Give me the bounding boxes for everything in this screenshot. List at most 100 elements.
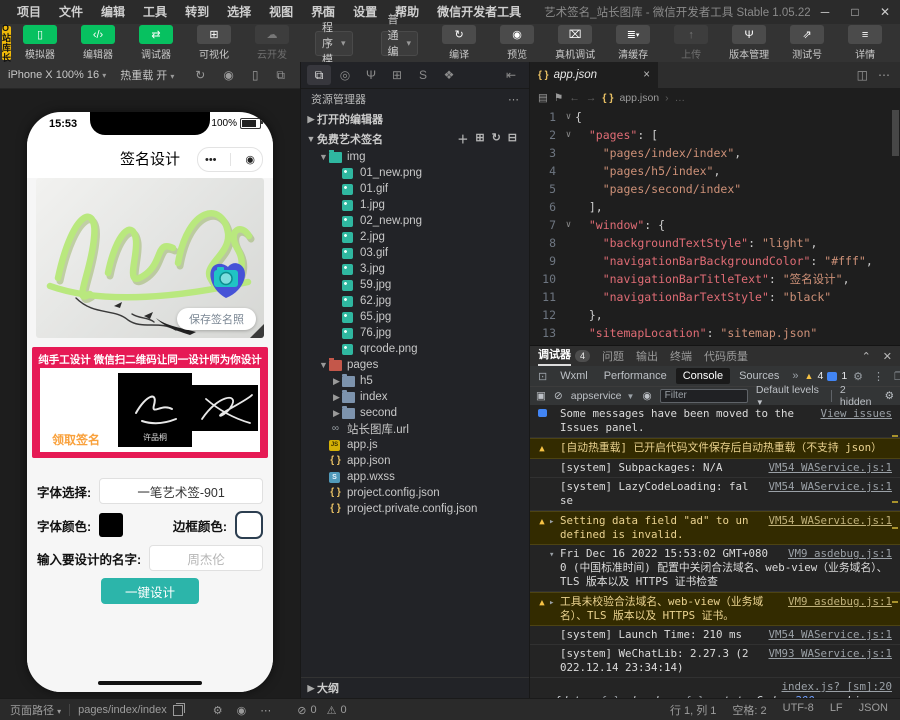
split-editor-icon[interactable]: ◫ [857,68,868,82]
expand-icon[interactable]: ▾ [549,547,560,562]
file-tree-item-app.wxss[interactable]: Sapp.wxss [301,469,529,485]
message-icon[interactable] [827,372,837,381]
file-tree-item-qrcode.png[interactable]: qrcode.png [301,341,529,357]
code-area[interactable]: 1∨{2∨ "pages": [3 "pages/index/index",4 … [530,108,900,345]
record-icon[interactable]: ◉ [216,68,240,82]
files-icon[interactable]: ⧉ [307,65,331,85]
page-path-dropdown[interactable]: 页面路径 ▾ [0,702,61,718]
new-folder-icon[interactable]: ⊞ [475,131,484,147]
file-tree-item-02_new.png[interactable]: 02_new.png [301,213,529,229]
close-panel-icon[interactable]: ✕ [883,350,892,363]
code-line-6[interactable]: 6 ], [530,198,900,216]
context-selector[interactable]: appservice ▼ [571,390,635,402]
toolbar-button-版本管理[interactable]: Ψ版本管理 [727,25,771,61]
code-line-3[interactable]: 3 "pages/index/index", [530,144,900,162]
compile-mode-dropdown[interactable]: 普通编译 ▾ [381,31,419,56]
devtools-tab-Performance[interactable]: Performance [597,368,674,384]
console-row[interactable]: VM54 WAService.js:1[system] LazyCodeLoad… [530,478,900,511]
maximize-icon[interactable]: □ [840,0,870,24]
debugger-tab-代码质量[interactable]: 代码质量 [704,348,748,364]
toolbar-button-编译[interactable]: ↻编译 [437,25,481,61]
warning-icon[interactable]: ▲ [805,371,814,381]
toolbar-button-预览[interactable]: ◉预览 [495,25,539,61]
open-editors-section[interactable]: ▶ 打开的编辑器 [301,109,529,129]
promo-banner[interactable]: 纯手工设计 微信扫二维码让同一设计师为你设计 许品桐 [32,347,268,458]
close-tab-icon[interactable]: × [643,69,650,81]
copy-icon[interactable] [173,705,183,716]
console-row[interactable]: VM54 WAService.js:1[system] Launch Time:… [530,626,900,645]
collapse-all-icon[interactable]: ⊟ [508,131,517,147]
status-item[interactable]: UTF-8 [783,702,814,718]
popout-icon[interactable]: ❐ [890,370,900,383]
console-row[interactable]: ▾VM9 asdebug.js:1Fri Dec 16 2022 15:53:0… [530,545,900,592]
code-line-4[interactable]: 4 "pages/h5/index", [530,162,900,180]
search-icon[interactable]: ◎ [333,68,357,82]
source-link[interactable]: View issues [820,407,892,421]
outline-section[interactable]: ▶ 大纲 [301,677,529,698]
top-frame-icon[interactable]: ▣ [536,390,546,402]
code-line-13[interactable]: 13 "sitemapLocation": "sitemap.json" [530,324,900,342]
editor-scrollbar[interactable] [892,110,899,156]
status-item[interactable]: 空格: 2 [732,702,766,718]
storage-icon[interactable]: S [411,68,435,82]
status-item[interactable]: LF [830,702,843,718]
source-link[interactable]: VM9 asdebug.js:1 [788,547,892,561]
toolbar-button-编辑器[interactable]: ‹/›编辑器 [76,25,120,61]
console-row[interactable]: ▲▸VM54 WAService.js:1Setting data field … [530,511,900,545]
minimize-icon[interactable]: ─ [810,0,840,24]
code-line-8[interactable]: 8 "backgroundTextStyle": "light", [530,234,900,252]
toolbar-button-模拟器[interactable]: ▯模拟器 [18,25,62,61]
menu-item[interactable]: 编辑 [92,0,134,24]
menu-item[interactable]: 项目 [8,0,50,24]
file-tree-item-second[interactable]: ▶second [301,405,529,421]
extensions-icon[interactable]: ⊞ [385,68,409,82]
source-link[interactable]: VM9 asdebug.js:1 [788,595,892,609]
code-line-7[interactable]: 7∨ "window": { [530,216,900,234]
debugger-tab-调试器[interactable]: 调试器 [538,346,571,366]
font-select-input[interactable]: 一笔艺术签-901 [99,478,263,504]
console-row[interactable]: ▲[自动热重载] 已开启代码文件保存后自动热重载（不支持 json） [530,438,900,459]
more-actions-icon[interactable]: ⋯ [508,93,519,106]
more-icon[interactable]: ••• [205,154,217,166]
console-row[interactable]: VM54 WAService.js:1[system] Subpackages:… [530,459,900,478]
devtools-tab-Wxml[interactable]: Wxml [553,368,595,384]
restart-icon[interactable]: ↻ [188,68,212,82]
source-link[interactable]: VM54 WAService.js:1 [768,628,892,642]
toolbar-button-云开发[interactable]: ☁云开发 [250,25,294,61]
device-selector[interactable]: iPhone X 100% 16 ▾ [8,69,106,81]
outline-icon[interactable]: ▤ [538,92,548,104]
source-link[interactable]: VM54 WAService.js:1 [768,514,892,528]
multi-window-icon[interactable]: ⧉ [269,68,292,83]
menu-item[interactable]: 视图 [260,0,302,24]
file-tree-item-76.jpg[interactable]: 76.jpg [301,325,529,341]
file-tree-item-app.json[interactable]: { }app.json [301,453,529,469]
file-tree-item-index[interactable]: ▶index [301,389,529,405]
code-line-12[interactable]: 12 }, [530,306,900,324]
inspect-icon[interactable]: ⊡ [534,370,551,383]
expand-icon[interactable]: ▸ [549,595,560,610]
code-line-1[interactable]: 1∨{ [530,108,900,126]
bookmark-icon[interactable]: ⚑ [554,92,563,104]
console-log[interactable]: View issuesSome messages have been moved… [530,405,900,699]
console-row[interactable]: VM93 WAService.js:1[system] WeChatLib: 2… [530,645,900,678]
tab-app-json[interactable]: { } app.json × [530,62,658,88]
code-line-2[interactable]: 2∨ "pages": [ [530,126,900,144]
source-link[interactable]: VM54 WAService.js:1 [768,480,892,494]
collapse-panel-icon[interactable]: ⇤ [499,68,523,82]
menu-item[interactable]: 工具 [134,0,176,24]
new-file-icon[interactable]: ＋ [457,131,468,147]
devtools-tab-Console[interactable]: Console [676,368,730,384]
border-color-swatch[interactable] [235,511,263,539]
name-input[interactable]: 周杰伦 [149,545,263,571]
toolbar-button-清缓存[interactable]: ≣ ▾清缓存 [611,25,655,61]
menu-item[interactable]: 微信开发者工具 [428,0,530,24]
file-tree-item-3.jpg[interactable]: 3.jpg [301,261,529,277]
more-tabs-icon[interactable]: » [788,370,802,382]
toolbar-button-详情[interactable]: ≡详情 [843,25,887,61]
debugger-tab-输出[interactable]: 输出 [636,348,658,364]
file-tree-item-01.gif[interactable]: 01.gif [301,181,529,197]
debugger-tab-问题[interactable]: 问题 [602,348,624,364]
one-click-design-button[interactable]: 一键设计 [101,578,199,604]
source-link[interactable]: index.js? [sm]:20 [563,680,892,694]
toolbar-button-调试器[interactable]: ⇄调试器 [134,25,178,61]
